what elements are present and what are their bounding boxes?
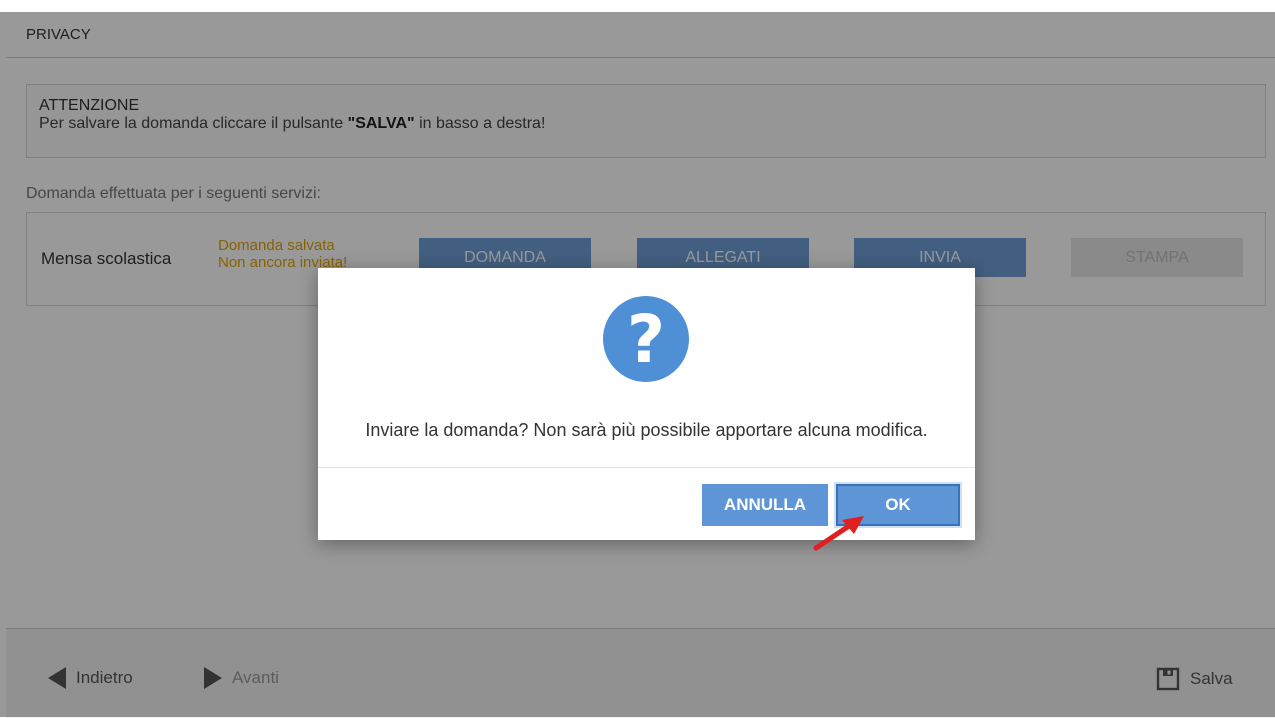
top-margin — [0, 0, 1275, 12]
question-icon: ? — [603, 296, 689, 382]
confirm-dialog: ? Inviare la domanda? Non sarà più possi… — [318, 268, 975, 540]
annotation-arrow-icon — [813, 516, 864, 551]
dialog-divider — [318, 467, 975, 468]
dialog-message: Inviare la domanda? Non sarà più possibi… — [365, 420, 928, 440]
cancel-button[interactable]: ANNULLA — [702, 484, 828, 526]
